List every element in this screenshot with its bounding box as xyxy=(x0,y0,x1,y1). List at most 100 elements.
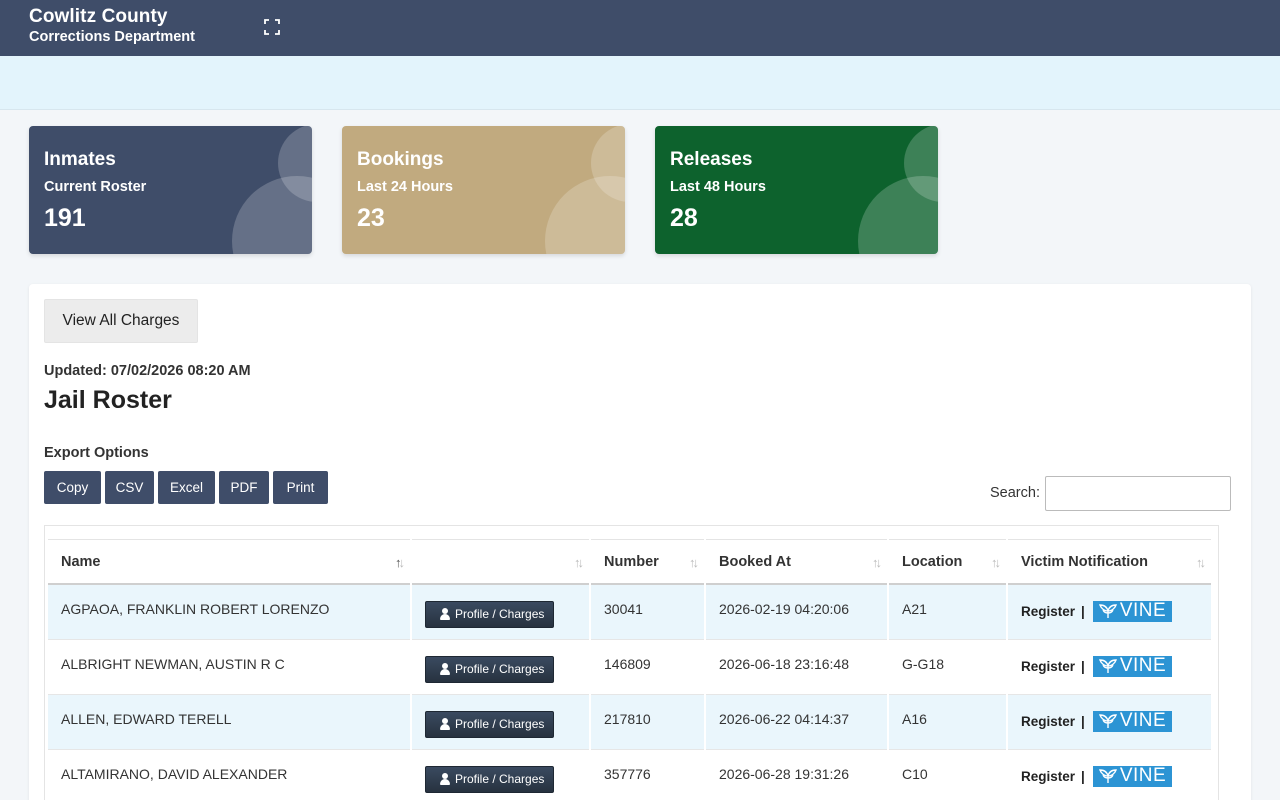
inmate-name: ALLEN, EDWARD TERELL xyxy=(48,695,410,750)
column-label: Booked At xyxy=(719,553,791,570)
vine-leaf-icon xyxy=(1098,714,1117,728)
column-header-booked-at[interactable]: Booked At ↑↓ xyxy=(706,539,887,585)
profile-cell: Profile / Charges xyxy=(412,640,589,695)
sort-icon: ↑↓ xyxy=(395,555,405,570)
table-row: ALBRIGHT NEWMAN, AUSTIN R C Profile / Ch… xyxy=(48,640,1211,695)
copy-button[interactable]: Copy xyxy=(44,471,101,504)
separator: | xyxy=(1081,713,1085,729)
search-label: Search: xyxy=(990,485,1040,501)
vine-leaf-icon xyxy=(1098,769,1117,783)
booked-at: 2026-02-19 04:20:06 xyxy=(706,585,887,640)
sub-header-band xyxy=(0,56,1280,110)
user-icon xyxy=(440,718,450,730)
table-row: ALTAMIRANO, DAVID ALEXANDER Profile / Ch… xyxy=(48,750,1211,800)
column-label: Number xyxy=(604,553,659,570)
separator: | xyxy=(1081,658,1085,674)
inmate-name: ALBRIGHT NEWMAN, AUSTIN R C xyxy=(48,640,410,695)
page-title: Jail Roster xyxy=(44,386,172,414)
view-all-charges-button[interactable]: View All Charges xyxy=(44,299,198,343)
victim-notification-cell: Register | VINE xyxy=(1008,695,1211,750)
roster-table: Name ↑↓ ↑↓ Number ↑↓ Booked At ↑↓ Location ↑… xyxy=(46,539,1213,800)
vine-logo-link[interactable]: VINE xyxy=(1092,655,1172,677)
card-value: 23 xyxy=(357,204,385,232)
updated-timestamp: Updated: 07/02/2026 08:20 AM xyxy=(44,363,251,379)
column-header-number[interactable]: Number ↑↓ xyxy=(591,539,704,585)
vine-logo-link[interactable]: VINE xyxy=(1092,710,1172,732)
column-header-profile[interactable]: ↑↓ xyxy=(412,539,589,585)
profile-charges-label: Profile / Charges xyxy=(455,772,545,786)
vine-label: VINE xyxy=(1119,765,1167,786)
table-row: ALLEN, EDWARD TERELL Profile / Charges 2… xyxy=(48,695,1211,750)
booked-at: 2026-06-22 04:14:37 xyxy=(706,695,887,750)
location: C10 xyxy=(889,750,1006,800)
releases-card[interactable]: Releases Last 48 Hours 28 xyxy=(655,126,938,254)
user-icon xyxy=(440,663,450,675)
register-link[interactable]: Register xyxy=(1021,714,1075,729)
brand-title: Cowlitz County xyxy=(29,6,168,27)
table-header-row: Name ↑↓ ↑↓ Number ↑↓ Booked At ↑↓ Location ↑… xyxy=(48,539,1211,585)
column-label: Location xyxy=(902,553,963,570)
booking-number: 146809 xyxy=(591,640,704,695)
roster-table-container: Name ↑↓ ↑↓ Number ↑↓ Booked At ↑↓ Location ↑… xyxy=(44,525,1219,800)
user-icon xyxy=(440,608,450,620)
profile-cell: Profile / Charges xyxy=(412,695,589,750)
card-subtitle: Last 48 Hours xyxy=(670,179,766,195)
card-title: Releases xyxy=(670,149,753,170)
victim-notification-cell: Register | VINE xyxy=(1008,585,1211,640)
bookings-card[interactable]: Bookings Last 24 Hours 23 xyxy=(342,126,625,254)
booking-number: 217810 xyxy=(591,695,704,750)
column-header-name[interactable]: Name ↑↓ xyxy=(48,539,410,585)
card-value: 28 xyxy=(670,204,698,232)
booked-at: 2026-06-18 23:16:48 xyxy=(706,640,887,695)
sort-icon: ↑↓ xyxy=(872,555,882,570)
export-options-label: Export Options xyxy=(44,445,149,461)
profile-cell: Profile / Charges xyxy=(412,585,589,640)
column-label: Name xyxy=(61,553,101,570)
location: A21 xyxy=(889,585,1006,640)
profile-cell: Profile / Charges xyxy=(412,750,589,800)
excel-button[interactable]: Excel xyxy=(158,471,215,504)
card-title: Inmates xyxy=(44,149,116,170)
location: G-G18 xyxy=(889,640,1006,695)
print-button[interactable]: Print xyxy=(273,471,328,504)
register-link[interactable]: Register xyxy=(1021,769,1075,784)
sort-icon: ↑↓ xyxy=(991,555,1001,570)
inmates-card[interactable]: Inmates Current Roster 191 xyxy=(29,126,312,254)
vine-label: VINE xyxy=(1119,710,1167,731)
expand-icon[interactable] xyxy=(263,18,281,36)
booking-number: 357776 xyxy=(591,750,704,800)
profile-charges-button[interactable]: Profile / Charges xyxy=(425,765,554,793)
inmate-name: ALTAMIRANO, DAVID ALEXANDER xyxy=(48,750,410,800)
card-subtitle: Current Roster xyxy=(44,179,147,195)
roster-panel: View All Charges Updated: 07/02/2026 08:… xyxy=(29,284,1251,800)
vine-leaf-icon xyxy=(1098,659,1117,673)
location: A16 xyxy=(889,695,1006,750)
profile-charges-label: Profile / Charges xyxy=(455,717,545,731)
booking-number: 30041 xyxy=(591,585,704,640)
victim-notification-cell: Register | VINE xyxy=(1008,640,1211,695)
profile-charges-button[interactable]: Profile / Charges xyxy=(425,710,554,738)
booked-at: 2026-06-28 19:31:26 xyxy=(706,750,887,800)
register-link[interactable]: Register xyxy=(1021,604,1075,619)
table-row: AGPAOA, FRANKLIN ROBERT LORENZO Profile … xyxy=(48,585,1211,640)
search-input[interactable] xyxy=(1045,476,1231,511)
register-link[interactable]: Register xyxy=(1021,659,1075,674)
user-icon xyxy=(440,773,450,785)
inmate-name: AGPAOA, FRANKLIN ROBERT LORENZO xyxy=(48,585,410,640)
sort-icon: ↑↓ xyxy=(689,555,699,570)
brand-subtitle: Corrections Department xyxy=(29,29,195,45)
vine-label: VINE xyxy=(1119,655,1167,676)
column-header-victim-notification[interactable]: Victim Notification ↑↓ xyxy=(1008,539,1211,585)
separator: | xyxy=(1081,603,1085,619)
card-subtitle: Last 24 Hours xyxy=(357,179,453,195)
column-header-location[interactable]: Location ↑↓ xyxy=(889,539,1006,585)
pdf-button[interactable]: PDF xyxy=(219,471,269,504)
vine-leaf-icon xyxy=(1098,604,1117,618)
csv-button[interactable]: CSV xyxy=(105,471,154,504)
sort-icon: ↑↓ xyxy=(574,555,584,570)
profile-charges-button[interactable]: Profile / Charges xyxy=(425,600,554,628)
victim-notification-cell: Register | VINE xyxy=(1008,750,1211,800)
vine-logo-link[interactable]: VINE xyxy=(1092,600,1172,622)
vine-logo-link[interactable]: VINE xyxy=(1092,765,1172,787)
profile-charges-button[interactable]: Profile / Charges xyxy=(425,655,554,683)
